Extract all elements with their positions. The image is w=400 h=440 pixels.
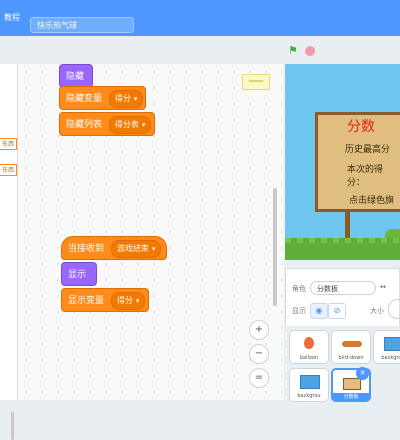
sprite-list: balloon bird-down backgrou backgrou 分数板	[285, 326, 400, 402]
hide-list-block[interactable]: 隐藏列表 得分表 ▾	[59, 112, 155, 136]
sprite-thumb-name: bird-down	[338, 355, 364, 361]
board-line-score: 本次的得分：	[347, 165, 384, 188]
broadcast-value: 游戏结束	[116, 243, 149, 253]
hide-list-label: 隐藏列表	[66, 120, 103, 130]
eye-icon: ◉	[315, 306, 323, 315]
size-label: 大小	[370, 307, 384, 315]
sprite-thumb-background[interactable]: backgrou	[373, 330, 400, 364]
board-title: 分数	[347, 119, 375, 135]
show-variable-label: 显示变量	[68, 296, 105, 306]
background-icon	[384, 337, 400, 351]
ground	[285, 238, 400, 260]
tutorials-menu[interactable]: 教程	[4, 12, 20, 23]
show-variable-value: 得分	[116, 295, 133, 305]
sprite-name-input[interactable]: 分数板	[310, 281, 376, 295]
sprite-thumb-balloon[interactable]: balloon	[289, 330, 329, 364]
scoreboard-icon	[343, 378, 361, 390]
board-line-hint: 点击绿色旗	[349, 196, 395, 206]
show-label: 显示	[292, 307, 306, 315]
hide-list-value: 得分表	[114, 119, 139, 129]
sprite-label: 角色	[292, 285, 306, 293]
when-receive-hat-block[interactable]: 当接收到 游戏结束 ▾	[61, 236, 167, 260]
zoom-out-button[interactable]: −	[249, 344, 269, 364]
green-flag-icon[interactable]: ⚑	[288, 45, 300, 57]
sprite-thumb-bird-down[interactable]: bird-down	[331, 330, 371, 364]
balloon-icon	[304, 337, 314, 349]
sprite-thumb-name: balloon	[299, 355, 319, 361]
hide-block[interactable]: 隐藏	[59, 64, 93, 88]
hide-variable-block[interactable]: 隐藏变量 得分 ▾	[59, 86, 146, 110]
bird-icon	[342, 341, 362, 347]
project-title-input[interactable]: 快乐热气球	[30, 17, 134, 33]
background-icon	[300, 375, 320, 389]
hide-variable-dropdown[interactable]: 得分 ▾	[108, 89, 144, 108]
size-input[interactable]	[388, 299, 400, 319]
chevron-down-icon: ▾	[133, 94, 138, 103]
chevron-down-icon: ▾	[151, 244, 156, 253]
sprite-thumb-background-2[interactable]: backgrou	[289, 368, 329, 402]
sprite-thumb-name: backgrou	[381, 355, 400, 361]
hide-visible-button[interactable]: ⊘	[328, 303, 346, 319]
stage[interactable]: 分数 历史最高分 本次的得分： 点击绿色旗	[285, 64, 400, 260]
show-variable-block[interactable]: 显示变量 得分 ▾	[61, 288, 149, 312]
when-receive-label: 当接收到	[68, 244, 105, 254]
xy-arrows-icon: ↔	[380, 283, 386, 291]
palette-chip-1[interactable]: 东西	[0, 138, 17, 150]
show-variable-dropdown[interactable]: 得分 ▾	[110, 291, 146, 310]
eye-off-icon: ⊘	[333, 306, 341, 315]
broadcast-dropdown[interactable]: 游戏结束 ▾	[110, 239, 162, 258]
sprite-thumb-name: backgrou	[297, 393, 321, 399]
delete-sprite-icon[interactable]: ✕	[356, 367, 369, 380]
menu-bar: 教程 快乐热气球	[0, 0, 400, 36]
stop-icon[interactable]	[305, 46, 315, 56]
zoom-reset-button[interactable]: =	[249, 368, 269, 388]
chevron-down-icon: ▾	[141, 120, 146, 129]
palette-chip-2[interactable]: 东西	[0, 164, 17, 176]
hide-variable-value: 得分	[114, 93, 131, 103]
chevron-down-icon: ▾	[135, 296, 140, 305]
hide-list-dropdown[interactable]: 得分表 ▾	[108, 115, 152, 134]
zoom-in-button[interactable]: +	[249, 320, 269, 340]
hide-variable-label: 隐藏变量	[66, 94, 103, 104]
workspace-scrollbar[interactable]	[273, 188, 277, 306]
board-line-best: 历史最高分	[345, 145, 391, 155]
block-palette[interactable]: 东西 东西	[0, 64, 18, 440]
show-block[interactable]: 显示	[61, 262, 97, 286]
palette-scrollbar[interactable]	[11, 412, 14, 440]
sprite-thumb-name: 分数板	[333, 393, 369, 400]
comment-note[interactable]	[242, 74, 270, 90]
code-workspace[interactable]: 隐藏 隐藏变量 得分 ▾ 隐藏列表 得分表 ▾ 当接收到 游戏结束 ▾ 显示 显示变量…	[18, 64, 284, 400]
show-visible-button[interactable]: ◉	[310, 303, 328, 319]
